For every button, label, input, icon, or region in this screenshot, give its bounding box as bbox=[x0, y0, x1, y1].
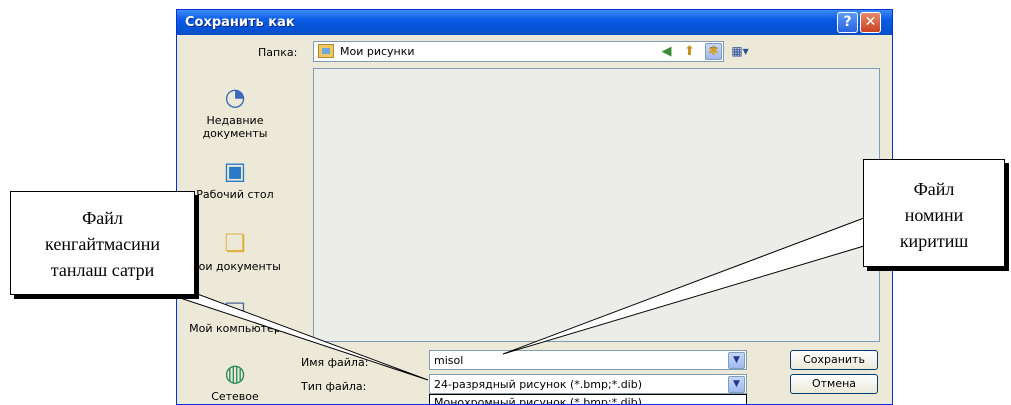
up-folder-icon[interactable]: ⬆ bbox=[681, 43, 698, 60]
place-desktop[interactable]: ▣ Рабочий стол bbox=[181, 156, 289, 201]
file-list[interactable] bbox=[313, 68, 880, 342]
callout-line: танлаш сатри bbox=[50, 260, 155, 280]
folder-value: Мои рисунки bbox=[340, 45, 415, 58]
network-icon: ◍ bbox=[224, 359, 246, 387]
recent-documents-icon: ◔ bbox=[224, 83, 246, 111]
place-my-documents[interactable]: ❏ Мои документы bbox=[181, 228, 289, 273]
place-label: Мои документы bbox=[189, 260, 281, 273]
place-label: Недавние документы bbox=[202, 114, 268, 140]
place-label: Сетевое bbox=[211, 390, 259, 403]
folder-label: Папка: bbox=[258, 46, 298, 59]
callout-extension-selection: Файл кенгайтмасини танлаш сатри bbox=[10, 191, 195, 295]
new-folder-icon[interactable]: ✱ bbox=[705, 43, 722, 60]
filename-label: Имя файла: bbox=[301, 356, 369, 369]
callout-line: Файл bbox=[82, 208, 123, 228]
place-network[interactable]: ◍ Сетевое bbox=[181, 358, 289, 403]
filename-value: misol bbox=[434, 354, 464, 367]
places-bar: ◔ Недавние документы ▣ Рабочий стол ❏ Мо… bbox=[181, 68, 289, 404]
back-arrow-icon[interactable]: ◀ bbox=[658, 43, 675, 60]
close-button[interactable]: ✕ bbox=[860, 12, 881, 33]
callout-line: номини bbox=[904, 205, 964, 225]
filetype-dropdown-list: Монохромный рисунок (*.bmp;*.dib) bbox=[429, 394, 747, 404]
chevron-down-icon[interactable]: ▼ bbox=[728, 352, 745, 369]
chevron-down-icon[interactable]: ▼ bbox=[728, 376, 745, 393]
filetype-select[interactable]: 24-разрядный рисунок (*.bmp;*.dib) ▼ bbox=[429, 374, 747, 394]
filetype-value: 24-разрядный рисунок (*.bmp;*.dib) bbox=[434, 378, 643, 391]
filetype-label: Тип файла: bbox=[301, 380, 367, 393]
save-button[interactable]: Сохранить bbox=[790, 350, 878, 370]
my-computer-icon: ▭ bbox=[223, 291, 247, 319]
help-button[interactable]: ? bbox=[837, 12, 858, 33]
pictures-folder-icon bbox=[318, 44, 334, 58]
place-label: Рабочий стол bbox=[196, 188, 274, 201]
my-documents-icon: ❏ bbox=[224, 229, 246, 257]
views-menu-icon[interactable]: ▦▾ bbox=[727, 43, 753, 60]
callout-line: Файл bbox=[913, 179, 955, 199]
callout-filename-entry: Файл номини киритиш bbox=[863, 159, 1005, 267]
cancel-button[interactable]: Отмена bbox=[790, 374, 878, 394]
desktop-icon: ▣ bbox=[223, 157, 247, 185]
callout-line: киритиш bbox=[899, 231, 969, 251]
place-recent[interactable]: ◔ Недавние документы bbox=[181, 82, 289, 140]
window-title: Сохранить как bbox=[185, 15, 295, 30]
filename-field[interactable]: misol ▼ bbox=[429, 350, 747, 370]
place-my-computer[interactable]: ▭ Мой компьютер bbox=[181, 290, 289, 335]
place-label: Мой компьютер bbox=[189, 322, 281, 335]
title-bar[interactable]: Сохранить как ? ✕ bbox=[177, 10, 892, 35]
callout-line: кенгайтмасини bbox=[45, 234, 160, 254]
save-as-dialog: Сохранить как ? ✕ Папка: Мои рисунки ▼ ◀… bbox=[176, 9, 893, 405]
filetype-option[interactable]: Монохромный рисунок (*.bmp;*.dib) bbox=[434, 396, 642, 404]
